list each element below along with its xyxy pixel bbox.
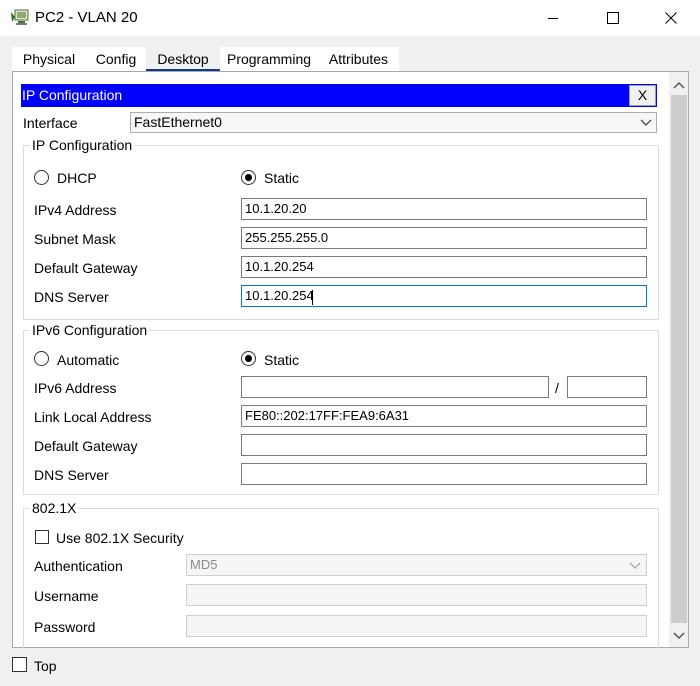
dhcp-label: DHCP (57, 170, 97, 186)
ipv4-gateway-label: Default Gateway (34, 260, 138, 276)
ipv4-static-radio[interactable] (241, 170, 256, 185)
use-8021x-label: Use 802.1X Security (56, 530, 184, 546)
dot1x-group-title: 802.1X (30, 500, 79, 516)
close-ip-config-button[interactable]: X (629, 85, 656, 106)
username-label: Username (34, 588, 99, 604)
ipv4-gateway-field[interactable]: 10.1.20.254 (241, 256, 647, 278)
ipv4-dns-label: DNS Server (34, 289, 109, 305)
tab-physical[interactable]: Physical (12, 47, 86, 71)
top-label: Top (34, 658, 57, 674)
maximize-icon (607, 12, 619, 24)
ipv6-group-title: IPv6 Configuration (30, 322, 150, 338)
prefix-slash: / (555, 380, 559, 396)
minimize-icon (548, 18, 558, 19)
tab-config[interactable]: Config (86, 47, 146, 71)
ipv6-address-label: IPv6 Address (34, 380, 117, 396)
ipv6-automatic-radio[interactable] (34, 351, 49, 366)
tab-attributes[interactable]: Attributes (318, 47, 399, 71)
chevron-down-icon (629, 562, 641, 569)
ipv6-gateway-field[interactable] (241, 434, 647, 456)
ip-configuration-header: IP Configuration (21, 84, 657, 107)
ipv6-automatic-label: Automatic (57, 352, 120, 368)
tab-desktop[interactable]: Desktop (146, 47, 220, 71)
minimize-button[interactable] (530, 0, 576, 36)
ipv6-dns-field[interactable] (241, 463, 647, 485)
top-checkbox[interactable] (12, 657, 27, 672)
use-8021x-checkbox[interactable] (35, 530, 49, 544)
authentication-value: MD5 (190, 557, 218, 572)
tab-programming[interactable]: Programming (220, 47, 318, 71)
chevron-up-icon (673, 81, 685, 89)
close-icon (665, 12, 677, 24)
authentication-label: Authentication (34, 558, 123, 574)
dhcp-radio[interactable] (34, 170, 49, 185)
window-title: PC2 - VLAN 20 (35, 9, 138, 26)
ipv4-dns-field[interactable]: 10.1.20.254 (241, 285, 647, 307)
password-field[interactable] (186, 615, 647, 637)
authentication-select[interactable]: MD5 (186, 554, 647, 576)
chevron-down-icon (640, 119, 652, 126)
link-local-field[interactable]: FE80::202:17FF:FEA9:6A31 (241, 405, 647, 427)
subnet-mask-field[interactable]: 255.255.255.0 (241, 227, 647, 249)
scroll-up-button[interactable] (672, 78, 686, 92)
ipv6-static-label: Static (264, 352, 300, 368)
interface-label: Interface (23, 115, 78, 131)
ipv4-address-label: IPv4 Address (34, 202, 117, 218)
scrollbar-thumb[interactable] (671, 95, 687, 623)
interface-value: FastEthernet0 (134, 114, 222, 130)
chevron-down-icon (673, 632, 685, 640)
ipv4-address-field[interactable]: 10.1.20.20 (241, 198, 647, 220)
ipv6-dns-label: DNS Server (34, 467, 109, 483)
ipv4-static-label: Static (264, 170, 300, 186)
scroll-down-button[interactable] (672, 629, 686, 643)
password-label: Password (34, 619, 96, 635)
ipv6-prefix-field[interactable] (567, 376, 647, 398)
ipv6-static-radio[interactable] (241, 351, 256, 366)
text-caret (312, 290, 313, 305)
ipv6-gateway-label: Default Gateway (34, 438, 138, 454)
ipv4-group-title: IP Configuration (30, 137, 135, 153)
interface-select[interactable]: FastEthernet0 (130, 112, 657, 133)
link-local-label: Link Local Address (34, 409, 152, 425)
subnet-mask-label: Subnet Mask (34, 231, 116, 247)
maximize-button[interactable] (590, 0, 636, 36)
pc-icon (9, 8, 31, 28)
close-window-button[interactable] (648, 0, 694, 36)
username-field[interactable] (186, 584, 647, 606)
ipv6-address-field[interactable] (241, 376, 549, 398)
